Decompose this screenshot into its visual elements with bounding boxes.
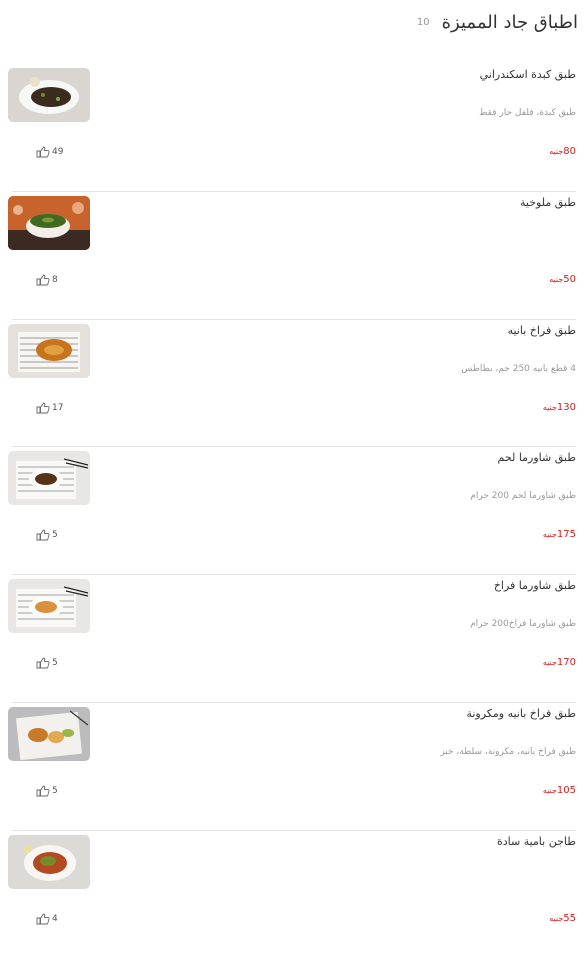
price-currency: جنيه [549,147,564,156]
dish-description: 4 قطع بانيه 250 جم، بطاطس [461,363,576,374]
price-currency: جنيه [549,274,564,284]
dish-description: طبق فراخ بانيه، مكرونة، سلطة، خبز [440,746,576,757]
like-button[interactable]: 8 [36,274,58,286]
like-button[interactable]: 5 [36,529,58,541]
menu-item[interactable]: طبق فراخ بانيه ومكرونة طبق فراخ بانيه، م… [0,703,588,831]
dish-name: طاجن بامية سادة [496,834,576,848]
thumbs-up-icon [36,146,50,158]
thumbs-up-icon [36,785,50,797]
menu-list: طبق كبدة اسكندراني طبق كبدة، فلفل حار فق… [0,64,588,959]
menu-item[interactable]: طبق كبدة اسكندراني طبق كبدة، فلفل حار فق… [0,64,588,192]
dish-image[interactable] [8,195,90,250]
price-value: 55 [563,912,576,924]
section-item-count: 10 [416,16,430,28]
price-value: 130 [556,401,576,413]
thumbs-up-icon [36,657,50,669]
thumbs-up-icon [36,529,50,541]
like-count: 49 [52,147,64,157]
dish-name: طبق شاورما فراخ [493,579,576,593]
dish-name: طبق كبدة اسكندراني [479,68,576,81]
menu-item[interactable]: طبق فراخ بانيه 4 قطع بانيه 250 جم، بطاطس… [0,320,588,448]
section-header: اطباق جاد المميزة 10 [10,8,578,36]
menu-item[interactable]: طبق ملوخية 50جنيه 8 [0,192,588,320]
thumbs-up-icon [36,402,50,414]
menu-item[interactable]: طبق شاورما فراخ طبق شاورما فراخ200 جرام … [0,575,588,703]
like-count: 5 [52,530,58,541]
dish-description: طبق كبدة، فلفل حار فقط [479,108,576,118]
price-value: 105 [556,784,576,796]
dish-price: 130جنيه [543,402,576,413]
dish-description: طبق شاورما فراخ200 جرام [470,619,576,630]
like-button[interactable]: 49 [36,146,63,158]
dish-name: طبق فراخ بانيه [507,323,576,337]
like-count: 8 [52,274,58,285]
menu-page: اطباق جاد المميزة 10 طبق كبدة اسكندراني … [0,0,588,940]
like-button[interactable]: 5 [36,785,58,797]
menu-item[interactable]: طاجن بامية سادة 55جنيه 4 [0,831,588,959]
dish-description: طبق شاورما لحم 200 جرام [470,491,576,502]
dish-image[interactable] [8,68,90,122]
like-count: 5 [52,658,58,669]
dish-image[interactable] [8,323,90,378]
like-count: 4 [52,913,58,924]
dish-name: طبق شاورما لحم [497,451,576,465]
like-count: 17 [52,402,64,413]
dish-price: 55جنيه [549,913,576,924]
dish-name: طبق ملوخية [520,195,576,209]
price-value: 175 [556,529,576,541]
section-title: اطباق جاد المميزة [441,11,578,33]
price-value: 80 [563,146,576,157]
price-value: 170 [556,657,576,669]
dish-price: 80جنيه [549,146,576,157]
price-currency: جنيه [542,530,557,540]
dish-image[interactable] [8,706,90,761]
dish-image[interactable] [8,451,90,506]
dish-price: 50جنيه [549,274,576,285]
dish-name: طبق فراخ بانيه ومكرونة [466,706,576,720]
thumbs-up-icon [36,913,50,925]
price-currency: جنيه [549,913,564,923]
thumbs-up-icon [36,274,50,286]
like-button[interactable]: 4 [36,913,58,925]
price-currency: جنيه [542,658,557,668]
dish-price: 170جنيه [543,657,576,668]
dish-price: 175جنيه [543,529,576,540]
menu-item[interactable]: طبق شاورما لحم طبق شاورما لحم 200 جرام 1… [0,447,588,576]
dish-image[interactable] [8,579,90,634]
like-count: 5 [52,785,58,796]
price-currency: جنيه [542,402,557,412]
dish-image[interactable] [8,834,90,889]
price-value: 50 [563,273,576,285]
like-button[interactable]: 17 [36,402,63,414]
price-currency: جنيه [542,785,557,795]
dish-price: 105جنيه [543,785,576,796]
like-button[interactable]: 5 [36,657,58,669]
